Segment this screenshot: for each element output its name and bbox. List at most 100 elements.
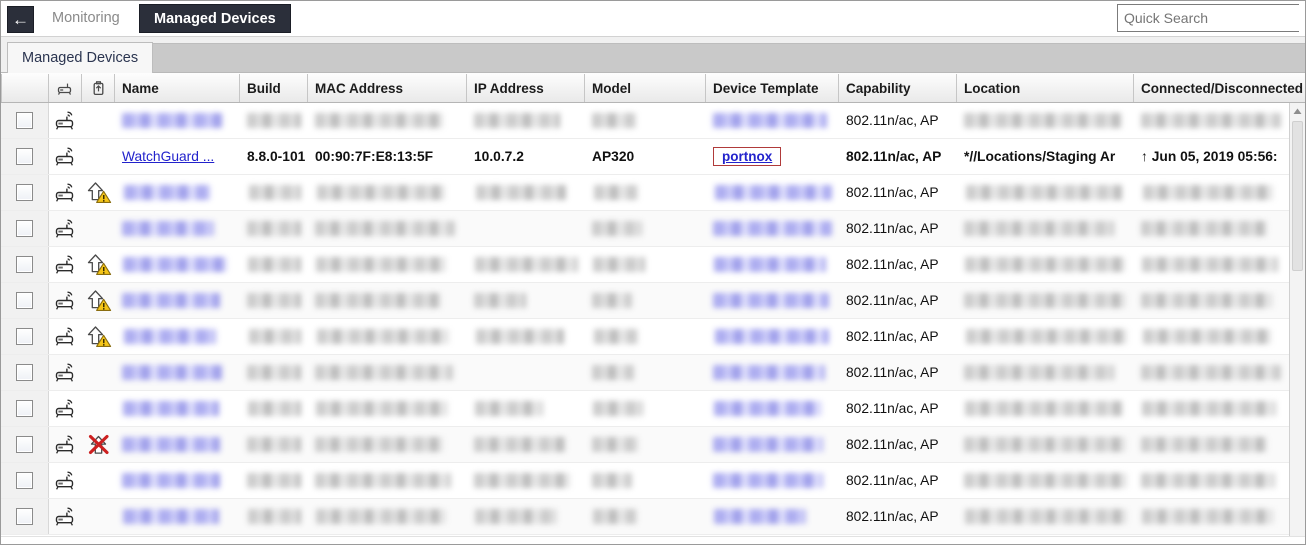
row-checkbox[interactable]: [16, 436, 33, 453]
column-header-location[interactable]: Location: [957, 74, 1134, 102]
column-header-label: Capability: [846, 80, 911, 96]
row-checkbox[interactable]: [16, 472, 33, 489]
column-header-check[interactable]: [1, 74, 49, 102]
column-header-ip[interactable]: IP Address: [467, 74, 585, 102]
cell-build: [240, 211, 308, 246]
column-header-name[interactable]: Name: [115, 74, 240, 102]
device-template-link[interactable]: portnox: [722, 149, 772, 164]
cell-name: [115, 283, 240, 318]
cell-check[interactable]: [1, 283, 49, 318]
table-row[interactable]: 802.11n/ac, AP: [1, 499, 1305, 535]
row-checkbox[interactable]: [16, 328, 33, 345]
build-value: 8.8.0-101: [247, 149, 306, 164]
row-checkbox[interactable]: [16, 256, 33, 273]
cell-upgrade: [82, 499, 115, 534]
column-header-connected[interactable]: Connected/Disconnected: [1134, 74, 1305, 102]
cell-template: [706, 391, 839, 426]
tab-managed-devices[interactable]: Managed Devices: [7, 42, 154, 73]
column-header-capability[interactable]: Capability: [839, 74, 957, 102]
table-row[interactable]: 802.11n/ac, AP: [1, 175, 1305, 211]
redacted-value: [1141, 293, 1273, 308]
upgrade-blocked-icon[interactable]: [82, 427, 115, 462]
device-name-link[interactable]: WatchGuard ...: [122, 149, 214, 164]
column-header-build[interactable]: Build: [240, 74, 308, 102]
column-header-upgrade[interactable]: [82, 74, 115, 102]
cell-mac: [308, 427, 467, 462]
redacted-value: [247, 113, 301, 128]
table-row[interactable]: 802.11n/ac, AP: [1, 103, 1305, 139]
vertical-scrollbar[interactable]: [1289, 103, 1305, 544]
cell-connected: [1134, 175, 1305, 210]
table-row[interactable]: 802.11n/ac, AP: [1, 211, 1305, 247]
redacted-value: [592, 221, 642, 236]
cell-check[interactable]: [1, 355, 49, 390]
redacted-value: [1142, 401, 1276, 416]
redacted-value: [123, 401, 219, 416]
access-point-icon: [49, 175, 82, 210]
redacted-value: [316, 257, 446, 272]
column-header-mac[interactable]: MAC Address: [308, 74, 467, 102]
breadcrumb-tab-monitoring[interactable]: Monitoring: [39, 3, 133, 33]
column-header-label: MAC Address: [315, 80, 404, 96]
row-checkbox[interactable]: [16, 508, 33, 525]
upgrade-warning-icon[interactable]: [82, 283, 115, 318]
cell-ip: [467, 463, 585, 498]
cell-template: [706, 103, 839, 138]
redacted-value: [1141, 437, 1267, 452]
scroll-up-icon[interactable]: [1290, 103, 1305, 119]
row-checkbox[interactable]: [16, 292, 33, 309]
capability-value: 802.11n/ac, AP: [846, 473, 939, 488]
column-header-label: Location: [964, 80, 1021, 96]
cell-name: [115, 211, 240, 246]
cell-check[interactable]: [1, 247, 49, 282]
column-header-template[interactable]: Device Template: [706, 74, 839, 102]
firmware-upgrade-column-icon: [93, 80, 103, 95]
cell-check[interactable]: [1, 211, 49, 246]
cell-check[interactable]: [1, 463, 49, 498]
breadcrumb-tab-managed-devices[interactable]: Managed Devices: [139, 4, 291, 33]
cell-check[interactable]: [1, 103, 49, 138]
capability-value: 802.11n/ac, AP: [846, 257, 939, 272]
row-checkbox[interactable]: [16, 148, 33, 165]
cell-build: [240, 391, 308, 426]
column-header-device[interactable]: [49, 74, 82, 102]
row-checkbox[interactable]: [16, 112, 33, 129]
cell-check[interactable]: [1, 391, 49, 426]
table-row[interactable]: 802.11n/ac, AP: [1, 319, 1305, 355]
row-checkbox[interactable]: [16, 400, 33, 417]
back-button[interactable]: ←: [7, 6, 34, 33]
upgrade-warning-icon[interactable]: [82, 319, 115, 354]
upgrade-warning-icon[interactable]: [82, 175, 115, 210]
scrollbar-thumb[interactable]: [1292, 121, 1303, 271]
row-checkbox[interactable]: [16, 220, 33, 237]
table-row[interactable]: 802.11n/ac, AP: [1, 355, 1305, 391]
row-checkbox[interactable]: [16, 364, 33, 381]
cell-check[interactable]: [1, 499, 49, 534]
redacted-value: [317, 185, 445, 200]
table-row[interactable]: WatchGuard ... 8.8.0-101 00:90:7F:E8:13:5F…: [1, 139, 1305, 175]
table-row[interactable]: 802.11n/ac, AP: [1, 247, 1305, 283]
table-row[interactable]: 802.11n/ac, AP: [1, 427, 1305, 463]
redacted-value: [475, 257, 578, 272]
cell-model: [585, 103, 706, 138]
upgrade-warning-icon[interactable]: [82, 247, 115, 282]
cell-check[interactable]: [1, 175, 49, 210]
cell-ip: [467, 103, 585, 138]
cell-check[interactable]: [1, 139, 49, 174]
capability-value: 802.11n/ac, AP: [846, 365, 939, 380]
cell-mac: [308, 391, 467, 426]
table-row[interactable]: 802.11n/ac, AP: [1, 283, 1305, 319]
row-checkbox[interactable]: [16, 184, 33, 201]
redacted-value: [592, 365, 634, 380]
column-header-model[interactable]: Model: [585, 74, 706, 102]
table-row[interactable]: 802.11n/ac, AP: [1, 463, 1305, 499]
redacted-value: [964, 113, 1122, 128]
redacted-value: [593, 509, 637, 524]
search-input[interactable]: [1118, 5, 1305, 31]
cell-capability: 802.11n/ac, AP: [839, 175, 957, 210]
cell-check[interactable]: [1, 319, 49, 354]
table-row[interactable]: 802.11n/ac, AP: [1, 391, 1305, 427]
redacted-value: [249, 329, 301, 344]
column-header-label: Build: [247, 80, 281, 96]
cell-check[interactable]: [1, 427, 49, 462]
